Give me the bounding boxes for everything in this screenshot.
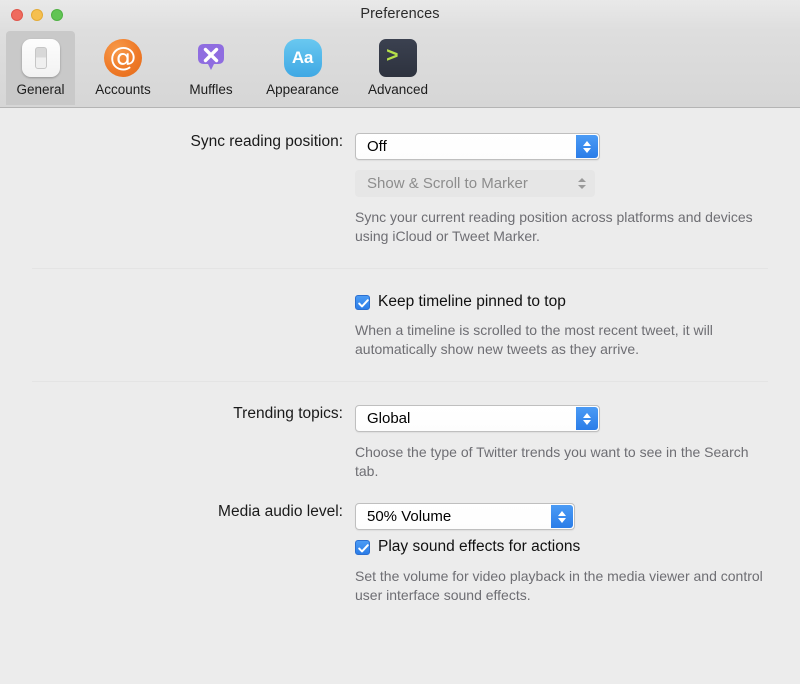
keep-timeline-pinned-help: When a timeline is scrolled to the most … <box>355 322 713 357</box>
media-audio-level-label: Media audio level: <box>218 503 343 520</box>
titlebar: Preferences <box>0 0 800 31</box>
tab-accounts-label: Accounts <box>95 82 151 97</box>
trending-topics-select[interactable]: Global <box>355 405 600 432</box>
toggle-switch-icon <box>21 38 60 77</box>
setting-keep-timeline-pinned: Keep timeline pinned to top When a timel… <box>0 293 800 359</box>
setting-trending-topics: Trending topics: Global Choose the type … <box>0 405 800 481</box>
sync-reading-position-value: Off <box>367 138 387 155</box>
trending-topics-help: Choose the type of Twitter trends you wa… <box>355 444 749 479</box>
trending-topics-value: Global <box>367 410 411 427</box>
stepper-arrows-icon[interactable] <box>576 135 598 158</box>
sync-reading-position-label: Sync reading position: <box>190 133 343 150</box>
tab-advanced[interactable]: > Advanced <box>354 31 442 105</box>
keep-timeline-pinned-label: Keep timeline pinned to top <box>378 293 566 310</box>
sync-reading-position-help: Sync your current reading position acros… <box>355 209 753 244</box>
preferences-toolbar: General @ Accounts Muffles Aa Appearance… <box>0 31 800 108</box>
stepper-arrows-disabled-icon <box>578 171 586 196</box>
media-audio-level-select[interactable]: 50% Volume <box>355 503 575 530</box>
tab-appearance-label: Appearance <box>266 82 339 97</box>
tab-accounts[interactable]: @ Accounts <box>75 31 171 105</box>
setting-sync-reading-position: Sync reading position: Off Show & Scroll… <box>0 133 800 246</box>
tab-appearance[interactable]: Aa Appearance <box>251 31 354 105</box>
at-sign-icon: @ <box>104 38 143 77</box>
play-sound-effects-label: Play sound effects for actions <box>378 538 581 555</box>
keep-timeline-pinned-checkbox-row[interactable]: Keep timeline pinned to top <box>355 293 780 311</box>
tab-muffles[interactable]: Muffles <box>171 31 251 105</box>
font-aa-icon: Aa <box>283 38 322 77</box>
tab-advanced-label: Advanced <box>367 82 429 97</box>
stepper-arrows-icon[interactable] <box>551 505 573 528</box>
sync-marker-behavior-value: Show & Scroll to Marker <box>367 175 528 192</box>
stepper-arrows-icon[interactable] <box>576 407 598 430</box>
trending-topics-label: Trending topics: <box>233 405 343 422</box>
tab-general[interactable]: General <box>6 31 75 105</box>
keep-timeline-pinned-checkbox[interactable] <box>355 294 370 310</box>
speech-bubble-x-icon <box>192 38 231 77</box>
media-audio-level-help: Set the volume for video playback in the… <box>355 568 763 603</box>
sync-marker-behavior-select[interactable]: Show & Scroll to Marker <box>355 170 595 197</box>
media-audio-level-value: 50% Volume <box>367 508 452 525</box>
tab-muffles-label: Muffles <box>189 82 233 97</box>
window-title: Preferences <box>360 6 440 22</box>
tab-general-label: General <box>16 82 65 97</box>
sync-reading-position-select[interactable]: Off <box>355 133 600 160</box>
setting-media-audio-level: Media audio level: 50% Volume Play sound… <box>0 503 800 605</box>
general-pane: Sync reading position: Off Show & Scroll… <box>0 108 800 684</box>
terminal-prompt-icon: > <box>379 38 418 77</box>
preferences-window: Preferences General @ Accounts Muffles A… <box>0 0 800 684</box>
play-sound-effects-checkbox[interactable] <box>355 539 370 555</box>
play-sound-effects-checkbox-row[interactable]: Play sound effects for actions <box>355 538 780 556</box>
